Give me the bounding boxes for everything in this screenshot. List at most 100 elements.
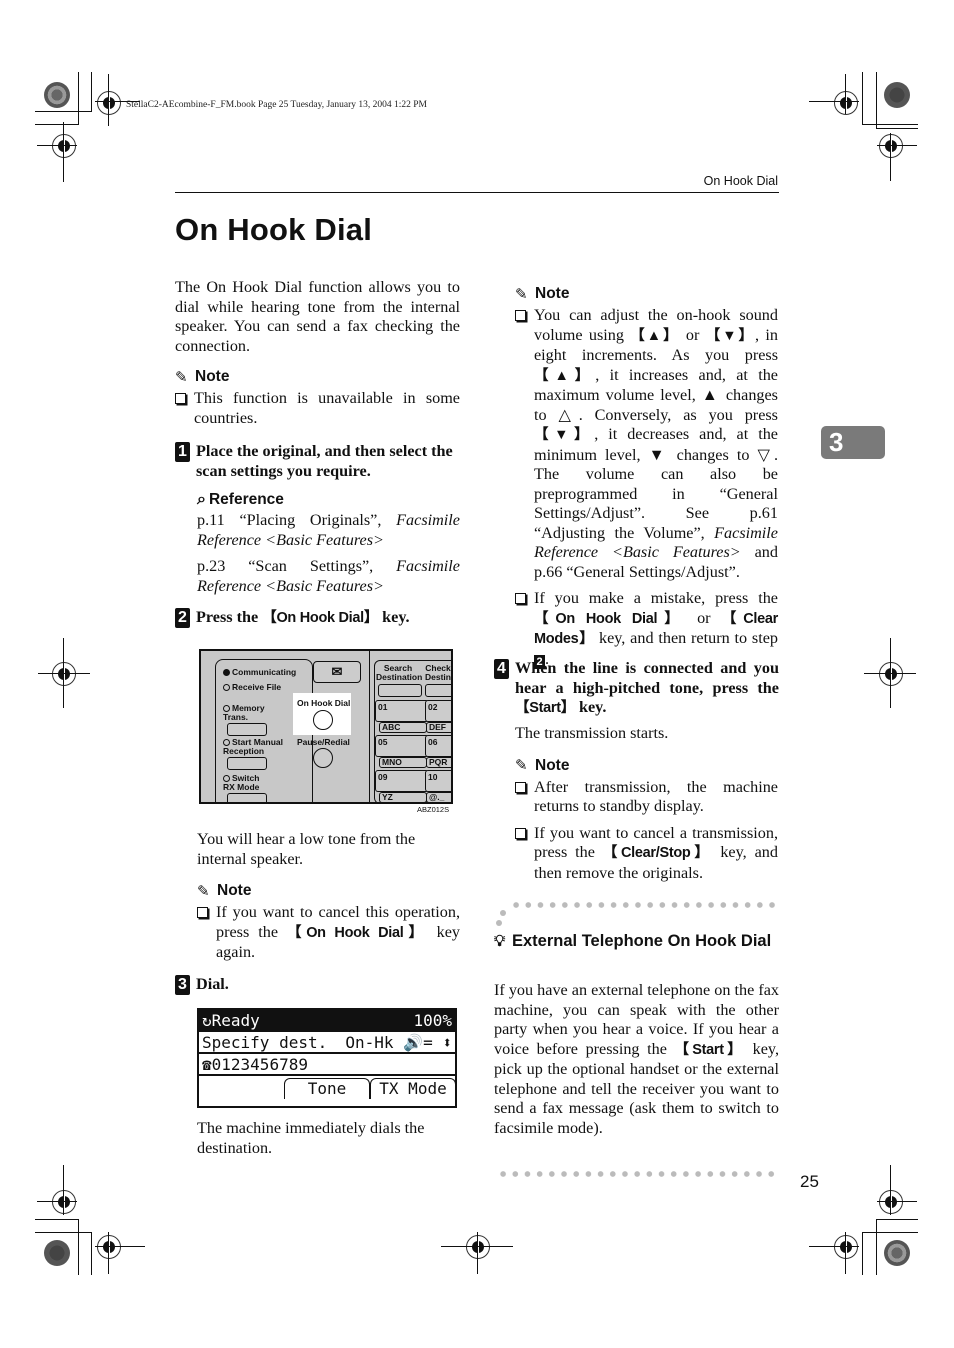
checkbox-bullet-icon	[515, 781, 526, 793]
memory-trans-label: Memory Trans.	[223, 703, 265, 722]
registration-mark-icon	[97, 91, 121, 115]
quick-dial-key[interactable]: 10	[425, 770, 451, 792]
lcd-display: ↻Ready 100% Specify dest. On-Hk 🔊= ⬍ ☎ 01…	[197, 1008, 457, 1108]
note-item: If you want to cancel a transmission, pr…	[515, 824, 778, 884]
speaker-volume-icon: 🔊=	[403, 1032, 433, 1052]
key-down: 【▼】	[534, 427, 595, 443]
step-2: 2 Press the 【On Hook Dial】 key.	[175, 608, 460, 629]
check-destination-button[interactable]	[425, 684, 451, 697]
registration-mark-icon	[52, 662, 76, 686]
quick-dial-key[interactable]: 05	[375, 735, 429, 757]
pencil-icon: ✎	[197, 882, 210, 900]
tip-heading: 💡︎ External Telephone On Hook Dial	[494, 932, 772, 950]
registration-mark-icon	[52, 1190, 76, 1214]
start-manual-reception-label: Start Manual Reception	[223, 737, 284, 756]
pencil-icon: ✎	[175, 368, 188, 386]
tone-softkey[interactable]: Tone	[284, 1078, 370, 1099]
step-number-badge: 2	[175, 608, 190, 628]
pause-redial-label: Pause/Redial	[297, 737, 350, 747]
checkbox-bullet-icon	[515, 593, 526, 604]
lcd-prompt-row: Specify dest. On-Hk 🔊= ⬍	[199, 1032, 455, 1054]
pause-redial-button[interactable]	[313, 748, 333, 768]
registration-disc-icon	[44, 82, 70, 108]
quick-dial-group: @._	[426, 792, 451, 802]
step-text: When the line is connected and you hear …	[515, 659, 779, 716]
checkbox-bullet-icon	[515, 310, 526, 321]
lcd-number-row: ☎ 0123456789	[199, 1054, 455, 1076]
lcd-softkey-row: Tone TX Mode	[199, 1076, 456, 1100]
start-manual-reception-button[interactable]	[227, 757, 267, 770]
registration-disc-icon	[884, 82, 910, 108]
lcd-mode: On-Hk	[345, 1032, 394, 1052]
step-3: 3 Dial.	[175, 975, 460, 995]
registration-mark-icon	[879, 134, 903, 158]
key-on-hook-dial: 【On Hook Dial】	[534, 610, 686, 627]
quick-dial-group: ABC	[379, 722, 427, 733]
lcd-status-row: ↻Ready 100%	[199, 1010, 455, 1032]
step4-result: The transmission starts.	[515, 724, 669, 742]
on-hook-dial-label: On Hook Dial	[297, 698, 351, 708]
registration-mark-icon	[879, 662, 903, 686]
registration-mark-icon	[97, 1235, 121, 1259]
checkbox-bullet-icon	[175, 393, 186, 404]
quick-dial-key[interactable]: 09	[375, 770, 429, 792]
step3-result: The machine immediately dials the destin…	[197, 1119, 425, 1157]
note-heading: Note	[535, 285, 570, 302]
right-column-lower: The transmission starts. ✎ Note After tr…	[515, 724, 778, 883]
file-header: StellaC2-AEcombine-F_FM.book Page 25 Tue…	[126, 100, 428, 110]
fax-icon-button[interactable]: ✉	[313, 661, 361, 683]
tip-bottom-dotted-rule	[497, 1171, 780, 1177]
up-down-arrows-icon: ⬍	[442, 1032, 452, 1052]
step-text: Press the 【On Hook Dial】 key.	[196, 608, 410, 626]
quick-dial-group: YZ	[379, 792, 427, 802]
note-block: ✎ Note If you want to cancel this operat…	[197, 882, 460, 963]
led-communicating: Communicating	[223, 668, 296, 677]
reference-block: ⌕ Reference p.11 “Placing Originals”, Fa…	[197, 491, 460, 596]
lcd-prompt: Specify dest.	[202, 1032, 328, 1052]
lcd-status: Ready	[211, 1010, 260, 1030]
step-number-badge: 3	[175, 975, 190, 995]
tip-paragraph: If you have an external telephone on the…	[494, 981, 780, 1137]
magnifier-icon: ⌕	[197, 491, 206, 508]
step-number-badge: 1	[175, 442, 190, 462]
quick-dial-key[interactable]: 01	[375, 700, 429, 722]
ready-icon: ↻	[202, 1010, 212, 1030]
lcd-number: 0123456789	[211, 1054, 308, 1074]
pencil-icon: ✎	[515, 285, 528, 303]
running-head: On Hook Dial	[703, 174, 778, 188]
tip-top-dotted-rule	[510, 902, 780, 908]
right-column-note: ✎ Note You can adjust the on-hook sound …	[515, 285, 778, 669]
figure-caption: ABZ012S	[417, 805, 450, 814]
memory-trans-button[interactable]	[227, 723, 267, 736]
check-destination-label: Check Destin	[425, 663, 451, 682]
registration-disc-icon	[44, 1240, 70, 1266]
on-hook-dial-button[interactable]	[313, 710, 333, 730]
switch-rx-mode-button[interactable]	[227, 793, 267, 802]
quick-dial-key[interactable]: 06	[425, 735, 451, 757]
quick-dial-group: MNO	[379, 757, 427, 768]
note-heading: Note	[217, 882, 252, 899]
note-heading: Note	[195, 368, 230, 385]
key-on-hook-dial: 【On Hook Dial】	[287, 924, 428, 941]
step-1: 1 Place the original, and then select th…	[175, 442, 460, 481]
note-item: If you make a mistake, press the 【On Hoo…	[515, 589, 778, 669]
quick-dial-key[interactable]: 02	[425, 700, 451, 722]
switch-rx-mode-label: Switch RX Mode	[223, 773, 260, 792]
registration-mark-icon	[879, 1190, 903, 1214]
led-receive-file: Receive File	[223, 683, 281, 692]
key-clear-stop: 【Clear/Stop】	[602, 845, 713, 861]
lightbulb-icon: 💡︎	[494, 933, 506, 950]
registration-mark-icon	[52, 134, 76, 158]
checkbox-bullet-icon	[197, 907, 208, 918]
step-number-badge: 4	[494, 659, 509, 679]
registration-disc-icon	[884, 1240, 910, 1266]
chapter-tab[interactable]: 3	[821, 426, 885, 459]
key-down: 【▼】	[705, 327, 756, 344]
intro-paragraph: The On Hook Dial function allows you to …	[175, 278, 460, 355]
registration-mark-icon	[834, 91, 858, 115]
note-item: You can adjust the on-hook sound volume …	[515, 306, 778, 582]
key-up: 【▲】	[630, 327, 680, 344]
search-destination-button[interactable]	[378, 684, 422, 697]
reference-item: p.23 “Scan Settings”, Facsimile Referenc…	[197, 557, 460, 595]
tx-mode-softkey[interactable]: TX Mode	[370, 1078, 456, 1099]
